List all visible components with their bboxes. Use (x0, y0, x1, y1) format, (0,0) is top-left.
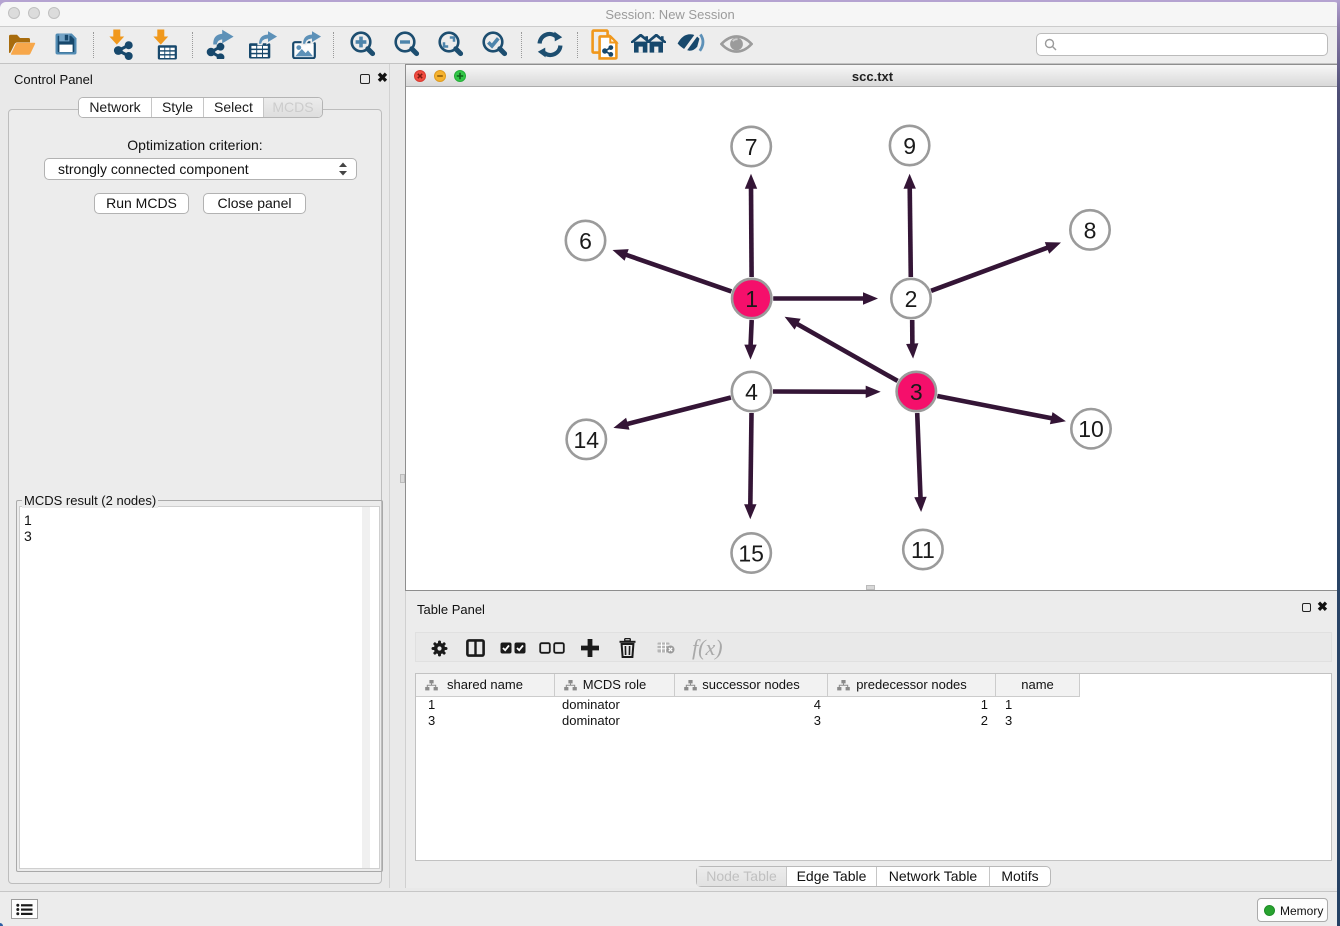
svg-text:10: 10 (1078, 416, 1104, 442)
svg-text:15: 15 (738, 541, 764, 567)
svg-text:14: 14 (574, 427, 600, 453)
svg-text:11: 11 (911, 537, 935, 563)
svg-text:9: 9 (903, 133, 916, 159)
svg-text:3: 3 (910, 379, 923, 405)
svg-text:7: 7 (745, 134, 758, 160)
svg-text:1: 1 (745, 286, 758, 312)
svg-text:4: 4 (745, 379, 758, 405)
svg-text:8: 8 (1084, 217, 1097, 243)
svg-text:2: 2 (905, 286, 918, 312)
svg-text:6: 6 (579, 228, 592, 254)
